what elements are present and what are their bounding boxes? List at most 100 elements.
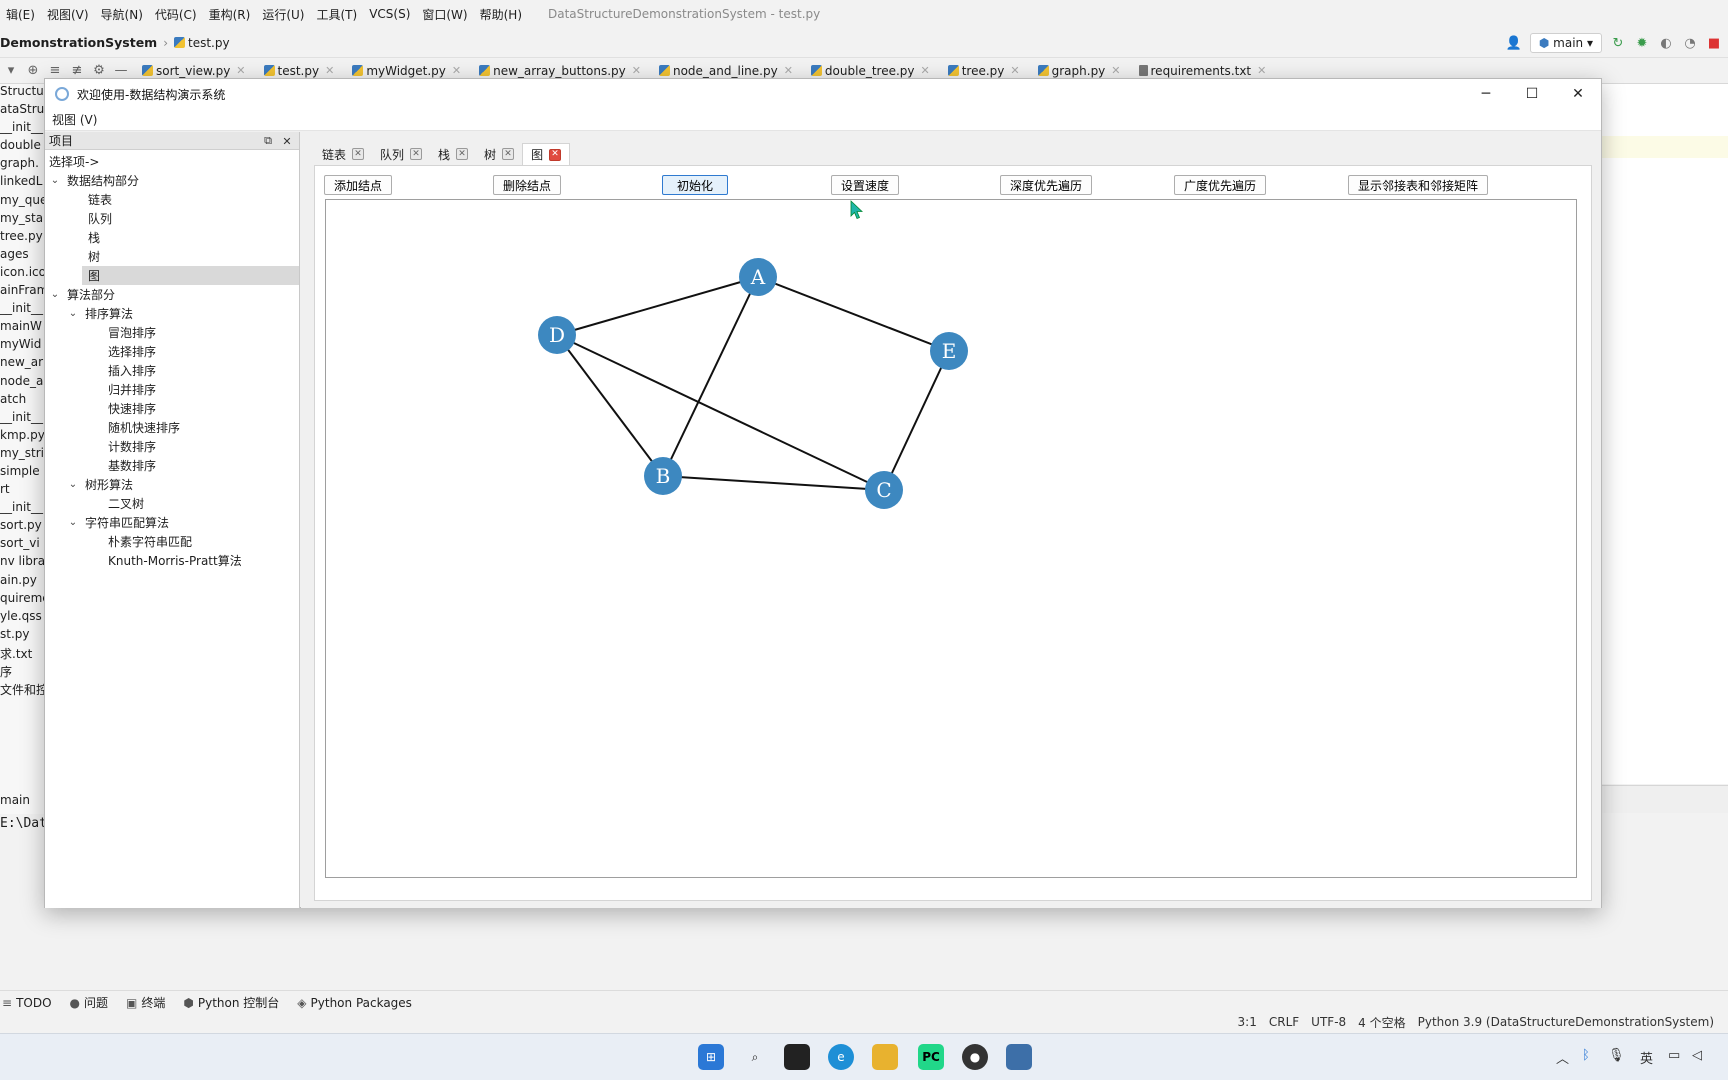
demo-tab[interactable]: 队列 ✕ — [372, 143, 431, 165]
demo-tab[interactable]: 树 ✕ — [476, 143, 523, 165]
bottom-tool-2[interactable]: ▣ 终端 — [126, 994, 165, 1011]
tray-chevron-icon[interactable]: ︿ — [1556, 1048, 1569, 1067]
tree-item[interactable]: 树 — [45, 247, 299, 266]
tree-item[interactable]: ⌄ 排序算法 — [45, 304, 299, 323]
close-button[interactable]: ✕ — [1555, 79, 1601, 109]
ide-menu-item[interactable]: 帮助(H) — [474, 6, 528, 23]
project-tree-item[interactable]: ataStruc — [0, 102, 44, 120]
demo-tab[interactable]: 栈 ✕ — [430, 143, 477, 165]
close-icon[interactable]: ✕ — [352, 148, 365, 160]
add-node-button[interactable]: 添加结点 — [324, 175, 393, 195]
ide-menu-item[interactable]: 重构(R) — [203, 6, 257, 23]
ide-menu-item[interactable]: 代码(C) — [149, 6, 203, 23]
indent-indicator[interactable]: 4 个空格 — [1358, 1014, 1405, 1031]
tree-item[interactable]: 选择排序 — [45, 342, 299, 361]
demo-tab[interactable]: 链表 ✕ — [314, 143, 373, 165]
project-tree-item[interactable]: mainW — [0, 319, 44, 337]
project-tree-item[interactable]: __init__ — [0, 410, 44, 428]
interpreter-indicator[interactable]: Python 3.9 (DataStructureDemonstrationSy… — [1418, 1015, 1714, 1029]
bluetooth-icon[interactable]: ᛒ — [1582, 1048, 1590, 1063]
project-tree-item[interactable]: myWid — [0, 337, 44, 355]
start-icon[interactable]: ⊞ — [698, 1044, 724, 1070]
ide-menu-item[interactable]: 窗口(W) — [416, 6, 473, 23]
project-tree-item[interactable]: Structu — [0, 84, 44, 102]
run-tab[interactable]: main — [0, 793, 30, 807]
obs-icon[interactable]: ● — [962, 1044, 988, 1070]
demo-tab[interactable]: 图 ✕ — [522, 143, 571, 165]
project-tree-item[interactable]: my_stri — [0, 446, 44, 464]
close-icon[interactable]: ✕ — [236, 64, 245, 77]
project-tree-item[interactable]: atch — [0, 392, 44, 410]
project-tree-item[interactable]: node_a — [0, 374, 44, 392]
tree-item[interactable]: 计数排序 — [45, 437, 299, 456]
graph-node-D[interactable]: D — [538, 316, 576, 354]
pycharm-icon[interactable]: PC — [918, 1044, 944, 1070]
close-icon[interactable]: ✕ — [1111, 64, 1120, 77]
chevron-down-icon[interactable]: ⌄ — [49, 175, 61, 186]
project-tree-item[interactable]: 序 — [0, 663, 44, 681]
project-tree-item[interactable]: quireme — [0, 591, 44, 609]
file-explorer-icon[interactable] — [872, 1044, 898, 1070]
tree-item[interactable]: 栈 — [45, 228, 299, 247]
chevron-down-icon[interactable]: ⌄ — [67, 517, 79, 528]
network-icon[interactable]: ▭ — [1668, 1048, 1680, 1063]
project-tree-item[interactable]: ain.py — [0, 573, 44, 591]
tree-item[interactable]: 冒泡排序 — [45, 323, 299, 342]
tree-item[interactable]: ⌄ 算法部分 — [45, 285, 299, 304]
app-titlebar[interactable]: 欢迎使用-数据结构演示系统 ─ ☐ ✕ — [45, 79, 1601, 109]
tree-item[interactable]: ⌄ 树形算法 — [45, 475, 299, 494]
chevron-down-icon[interactable]: ▾ — [0, 63, 22, 79]
project-tree-item[interactable]: st.py — [0, 627, 44, 645]
ide-menu-item[interactable]: 辑(E) — [0, 6, 41, 23]
close-icon[interactable]: ✕ — [410, 148, 423, 160]
close-icon[interactable]: ✕ — [1257, 64, 1266, 77]
project-tree-item[interactable]: rt — [0, 482, 44, 500]
project-tree-item[interactable]: __init__ — [0, 120, 44, 138]
encoding-indicator[interactable]: UTF-8 — [1311, 1015, 1346, 1029]
locate-icon[interactable]: ⊕ — [22, 63, 44, 79]
bottom-tool-4[interactable]: ◈ Python Packages — [297, 996, 412, 1010]
ide-menu-item[interactable]: 视图(V) — [41, 6, 95, 23]
breadcrumb-file[interactable]: test.py — [188, 36, 230, 50]
volume-icon[interactable]: ◁ — [1692, 1048, 1702, 1063]
input-language[interactable]: 英 — [1640, 1048, 1653, 1067]
stop-icon[interactable]: ■ — [1706, 35, 1722, 51]
menu-view[interactable]: 视图 (V) — [52, 111, 97, 128]
show-adjacency-button[interactable]: 显示邻接表和邻接矩阵 — [1348, 175, 1489, 195]
project-name[interactable]: DemonstrationSystem — [0, 35, 157, 50]
bfs-button[interactable]: 广度优先遍历 — [1174, 175, 1267, 195]
project-tree-item[interactable]: __init__ — [0, 301, 44, 319]
float-icon[interactable]: ⧉ — [261, 132, 275, 150]
bottom-tool-1[interactable]: ● 问题 — [70, 994, 109, 1011]
graph-node-A[interactable]: A — [739, 258, 777, 296]
close-icon[interactable]: ✕ — [549, 148, 562, 161]
microphone-icon[interactable]: 🎙 — [1608, 1048, 1625, 1063]
tree-item[interactable]: ⌄ 字符串匹配算法 — [45, 513, 299, 532]
ide-menu-item[interactable]: VCS(S) — [363, 7, 416, 21]
position-indicator[interactable]: 3:1 — [1238, 1015, 1257, 1029]
minimize-button[interactable]: ─ — [1463, 79, 1509, 109]
ide-editor-area[interactable] — [1600, 84, 1728, 784]
ide-menu-item[interactable]: 导航(N) — [95, 6, 149, 23]
profile-icon[interactable]: ◔ — [1682, 35, 1698, 51]
project-tree-item[interactable]: ages — [0, 247, 44, 265]
project-tree-item[interactable]: icon.ico — [0, 265, 44, 283]
close-icon[interactable]: ✕ — [921, 64, 930, 77]
project-tree-item[interactable]: my_sta — [0, 211, 44, 229]
project-tree-item[interactable]: linkedL — [0, 174, 44, 192]
gear-icon[interactable]: ⚙ — [88, 63, 110, 79]
tree-item[interactable]: 链表 — [45, 190, 299, 209]
project-tree-item[interactable]: 文件和控 — [0, 681, 44, 699]
search-icon[interactable]: ⌕ — [742, 1044, 768, 1070]
tree-item[interactable]: 随机快速排序 — [45, 418, 299, 437]
bottom-tool-0[interactable]: ≡ TODO — [2, 996, 52, 1010]
ide-menu-item[interactable]: 运行(U) — [256, 6, 310, 23]
ide-menu-item[interactable]: 工具(T) — [310, 6, 363, 23]
collapse-all-icon[interactable]: ≢ — [66, 63, 88, 79]
project-tree-item[interactable]: my_que — [0, 193, 44, 211]
python-app-icon[interactable] — [1006, 1044, 1032, 1070]
tree-item[interactable]: 快速排序 — [45, 399, 299, 418]
coverage-icon[interactable]: ◐ — [1658, 35, 1674, 51]
project-tree-item[interactable]: kmp.py — [0, 428, 44, 446]
dfs-button[interactable]: 深度优先遍历 — [1000, 175, 1093, 195]
